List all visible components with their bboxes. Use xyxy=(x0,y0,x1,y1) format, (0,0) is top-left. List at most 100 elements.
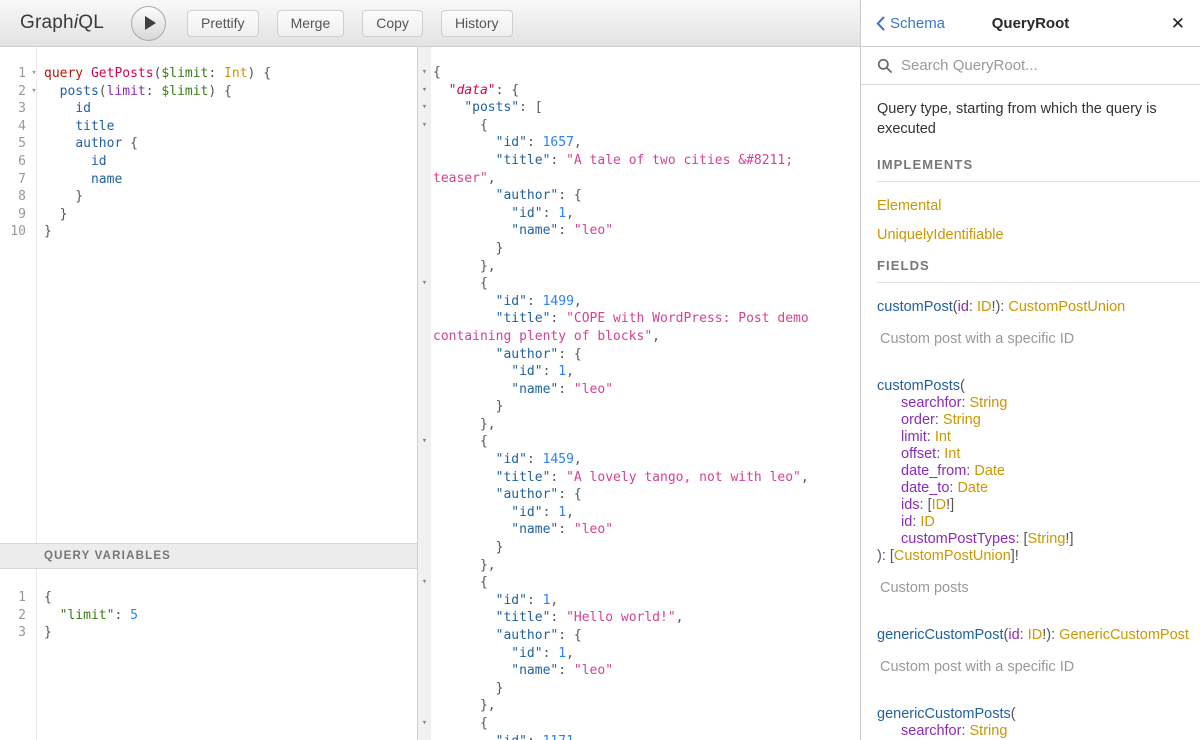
toolbar: GraphiQL PrettifyMergeCopyHistory xyxy=(0,0,860,47)
doc-type-link[interactable]: String xyxy=(1028,531,1066,547)
doc-field-link[interactable]: genericCustomPost xyxy=(877,627,1004,643)
copy-button[interactable]: Copy xyxy=(362,10,423,37)
doc-type-link[interactable]: ID xyxy=(920,514,935,530)
doc-field-link[interactable]: genericCustomPosts xyxy=(877,706,1011,722)
code-text: "id": 1, xyxy=(431,504,574,522)
fold-arrow-icon[interactable]: ▾ xyxy=(418,433,431,451)
code-line: "id": 1657, xyxy=(418,134,860,152)
doc-title: QueryRoot xyxy=(992,15,1070,32)
code-line: }, xyxy=(418,557,860,575)
code-line: "id": 1459, xyxy=(418,451,860,469)
fold-arrow-icon[interactable]: ▾ xyxy=(26,83,42,101)
code-line: 2▾ posts(limit: $limit) { xyxy=(0,83,417,101)
doc-type-link[interactable]: String xyxy=(970,395,1008,411)
query-editor[interactable]: 1▾query GetPosts($limit: Int) {2▾ posts(… xyxy=(0,47,417,543)
code-text: { xyxy=(431,574,488,592)
prettify-button[interactable]: Prettify xyxy=(187,10,259,37)
fold-arrow-icon[interactable]: ▾ xyxy=(418,117,431,135)
query-column: 1▾query GetPosts($limit: Int) {2▾ posts(… xyxy=(0,47,418,740)
code-line: 4 title xyxy=(0,118,417,136)
doc-type-link[interactable]: ID xyxy=(977,299,992,315)
doc-type-link[interactable]: Int xyxy=(944,446,960,462)
merge-button[interactable]: Merge xyxy=(277,10,345,37)
doc-type-link[interactable]: Elemental xyxy=(877,198,941,214)
doc-back-link[interactable]: Schema xyxy=(876,15,945,32)
fold-spacer xyxy=(26,135,42,153)
line-gutter: 3 xyxy=(0,100,42,118)
code-text: "title": "A lovely tango, not with leo", xyxy=(431,469,809,487)
doc-type-link[interactable]: Date xyxy=(974,463,1005,479)
workspace: 1▾query GetPosts($limit: Int) {2▾ posts(… xyxy=(0,47,860,740)
doc-field-link[interactable]: customPost xyxy=(877,299,953,315)
close-icon[interactable]: ✕ xyxy=(1171,15,1185,32)
doc-close-paren-line: ): [CustomPostUnion]! xyxy=(877,548,1192,565)
code-line: "author": { xyxy=(418,627,860,645)
doc-type-link[interactable]: Date xyxy=(957,480,988,496)
fold-spacer xyxy=(418,240,431,258)
line-number: 5 xyxy=(0,135,26,153)
fold-spacer xyxy=(418,398,431,416)
type-description: Query type, starting from which the quer… xyxy=(877,99,1192,139)
fold-arrow-icon[interactable]: ▾ xyxy=(418,275,431,293)
code-line: "id": 1171, xyxy=(418,733,860,740)
fold-arrow-icon[interactable]: ▾ xyxy=(418,715,431,733)
field-description: Custom post with a specific ID xyxy=(877,658,1192,676)
code-text: "name": "leo" xyxy=(431,662,613,680)
chevron-left-icon xyxy=(876,16,885,31)
doc-type-link[interactable]: CustomPostUnion xyxy=(1008,299,1125,315)
doc-field-link[interactable]: customPosts xyxy=(877,378,960,394)
doc-type-link[interactable]: String xyxy=(970,723,1008,739)
doc-type-link[interactable]: Int xyxy=(935,429,951,445)
fold-spacer xyxy=(418,680,431,698)
code-line: 8 } xyxy=(0,188,417,206)
play-icon xyxy=(145,16,156,30)
line-gutter: 1 xyxy=(0,589,42,607)
doc-type-link[interactable]: CustomPostUnion xyxy=(894,548,1011,564)
code-text: { xyxy=(431,715,488,733)
doc-type-link[interactable]: UniquelyIdentifiable xyxy=(877,227,1004,243)
doc-arg-line: id: ID xyxy=(877,514,1192,531)
code-line: 3} xyxy=(0,624,417,642)
code-text: }, xyxy=(431,557,496,575)
doc-type-link[interactable]: ID xyxy=(932,497,947,513)
doc-arg-line: ids: [ID!] xyxy=(877,497,1192,514)
fold-spacer xyxy=(418,697,431,715)
search-icon xyxy=(877,58,892,73)
query-variables-header[interactable]: QUERY VARIABLES xyxy=(0,543,417,569)
code-text: "id": 1499, xyxy=(431,293,582,311)
fold-arrow-icon[interactable]: ▾ xyxy=(418,64,431,82)
line-gutter: 6 xyxy=(0,153,42,171)
doc-type-link[interactable]: ID xyxy=(1028,627,1043,643)
doc-arg-line: date_from: Date xyxy=(877,463,1192,480)
code-text: } xyxy=(431,680,503,698)
fold-spacer xyxy=(418,486,431,504)
doc-type-link[interactable]: String xyxy=(943,412,981,428)
doc-type-link[interactable]: GenericCustomPost xyxy=(1059,627,1189,643)
query-variables-label: QUERY VARIABLES xyxy=(44,550,171,562)
code-line: teaser", xyxy=(418,170,860,188)
code-text: "name": "leo" xyxy=(431,222,613,240)
variables-editor[interactable]: 1{2 "limit": 53} xyxy=(0,569,417,740)
code-text: "name": "leo" xyxy=(431,521,613,539)
code-text: name xyxy=(42,171,122,189)
code-line: 6 id xyxy=(0,153,417,171)
code-text: "author": { xyxy=(431,627,582,645)
fold-spacer xyxy=(418,205,431,223)
code-line: "id": 1, xyxy=(418,645,860,663)
history-button[interactable]: History xyxy=(441,10,513,37)
code-line: 3 id xyxy=(0,100,417,118)
code-line: } xyxy=(418,398,860,416)
doc-search-input[interactable] xyxy=(901,57,1184,74)
code-line: "title": "A tale of two cities &#8211; xyxy=(418,152,860,170)
fold-arrow-icon[interactable]: ▾ xyxy=(418,82,431,100)
code-line: "title": "A lovely tango, not with leo", xyxy=(418,469,860,487)
line-number: 3 xyxy=(0,100,26,118)
doc-field-line: customPost(id: ID!): CustomPostUnion xyxy=(877,299,1192,316)
doc-arg-line: searchfor: String xyxy=(877,723,1192,740)
fold-arrow-icon[interactable]: ▾ xyxy=(418,574,431,592)
section-label: IMPLEMENTS xyxy=(877,157,1192,172)
fold-arrow-icon[interactable]: ▾ xyxy=(418,99,431,117)
fold-arrow-icon[interactable]: ▾ xyxy=(26,65,42,83)
code-line: ▾ "posts": [ xyxy=(418,99,860,117)
execute-button[interactable] xyxy=(131,6,166,41)
